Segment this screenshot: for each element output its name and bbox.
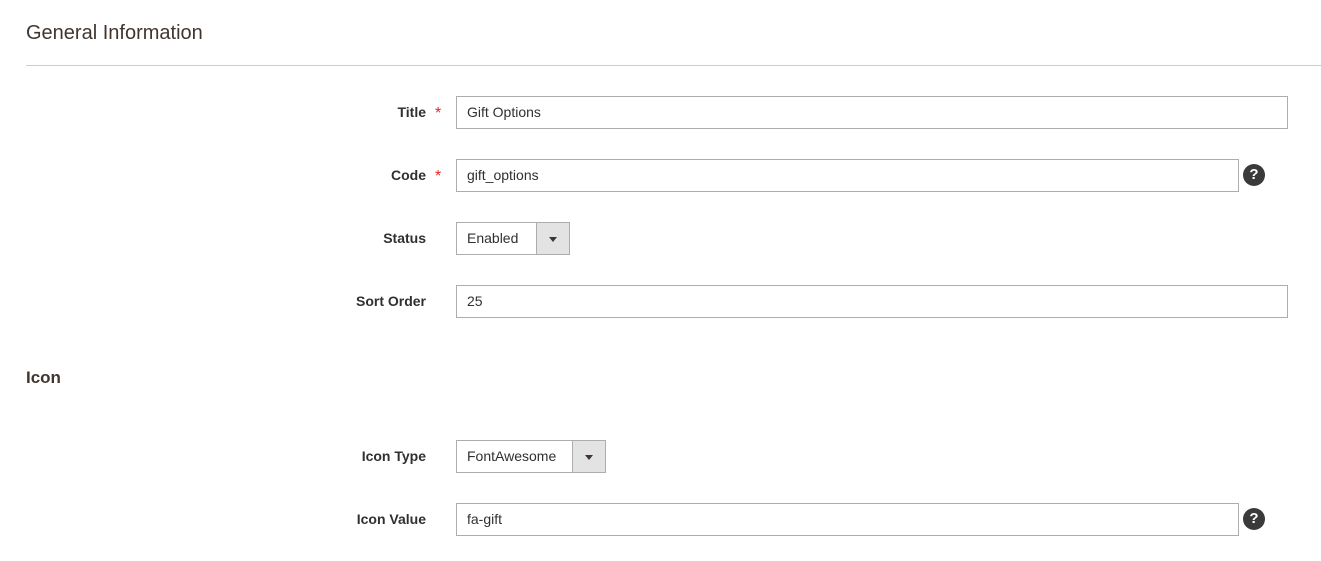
field-label-code: Code	[391, 167, 426, 183]
sort-order-input[interactable]: 25	[456, 285, 1288, 318]
status-select-value: Enabled	[467, 230, 519, 246]
icon-type-select[interactable]: FontAwesome	[456, 440, 606, 473]
field-row-icon-value: Icon Value fa-gift ?	[0, 503, 1321, 536]
field-row-status: Status Enabled	[0, 222, 1321, 255]
question-circle-icon[interactable]: ?	[1243, 164, 1265, 186]
status-select[interactable]: Enabled	[456, 222, 570, 255]
icon-value-input[interactable]: fa-gift	[456, 503, 1239, 536]
select-toggle[interactable]	[536, 223, 569, 254]
field-label-title: Title	[397, 104, 426, 120]
field-row-code: Code * gift_options ?	[0, 159, 1321, 192]
chevron-down-icon	[549, 237, 557, 242]
chevron-down-icon	[585, 455, 593, 460]
required-indicator: *	[435, 168, 442, 185]
field-row-sort-order: Sort Order 25	[0, 285, 1321, 318]
code-input[interactable]: gift_options	[456, 159, 1239, 192]
field-row-icon-type: Icon Type FontAwesome	[0, 440, 1321, 473]
select-toggle[interactable]	[572, 441, 605, 472]
field-label-icon-type: Icon Type	[361, 448, 426, 464]
field-label-icon-value: Icon Value	[356, 511, 426, 527]
section-divider	[26, 65, 1321, 66]
field-row-title: Title * Gift Options	[0, 96, 1321, 129]
field-label-status: Status	[383, 230, 426, 246]
section-title-general: General Information	[26, 22, 203, 44]
required-indicator: *	[435, 105, 442, 122]
section-title-icon: Icon	[26, 368, 61, 387]
icon-type-select-value: FontAwesome	[467, 448, 557, 464]
question-circle-icon[interactable]: ?	[1243, 508, 1265, 530]
title-input[interactable]: Gift Options	[456, 96, 1288, 129]
field-label-sort-order: Sort Order	[355, 293, 426, 309]
